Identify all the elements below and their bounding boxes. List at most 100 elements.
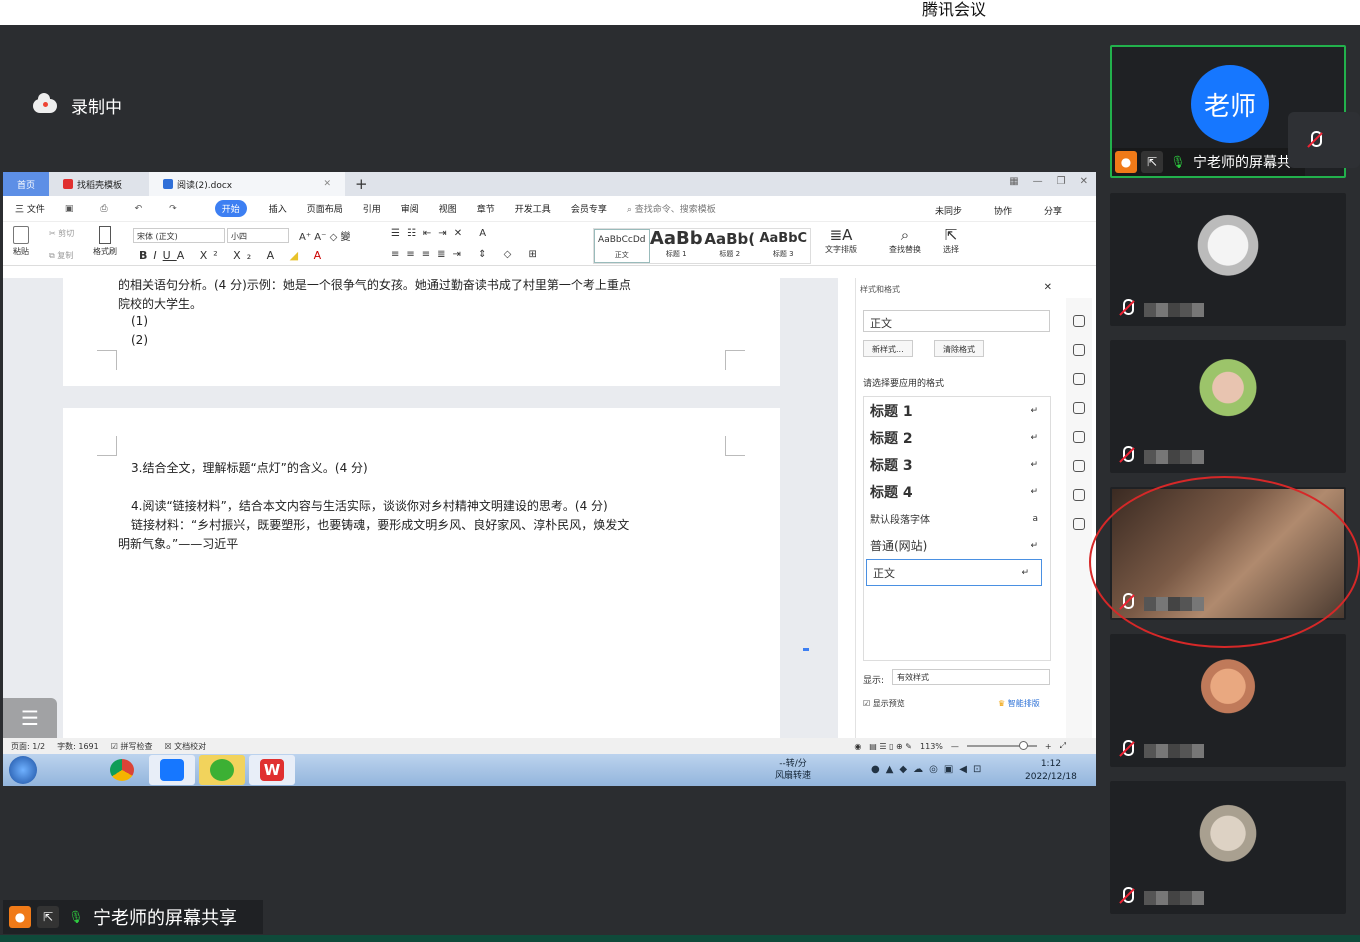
- close-window-icon[interactable]: ✕: [1080, 176, 1088, 187]
- wps-taskbar-icon[interactable]: W: [249, 755, 295, 785]
- image-icon[interactable]: [1073, 460, 1085, 472]
- text-format-tools[interactable]: BIUA X² X₂ A ◢ A: [139, 249, 327, 262]
- style-list-item[interactable]: 默认段落字体 a: [864, 505, 1050, 532]
- style-list-item[interactable]: 标题 3 ↵: [864, 451, 1050, 478]
- menu-member[interactable]: 会员专享: [571, 202, 607, 215]
- participant-tile[interactable]: [1110, 634, 1346, 767]
- menu-reference[interactable]: 引用: [363, 202, 381, 215]
- chrome-taskbar-icon[interactable]: [99, 755, 145, 785]
- close-panel-icon[interactable]: ✕: [1044, 282, 1052, 293]
- tray-icons[interactable]: ●▲◆☁◎▣◀⊡: [871, 764, 987, 775]
- list-tools[interactable]: ☰☷⇤⇥✕ A: [391, 228, 493, 239]
- ribbon: 粘贴 ✂ 剪切 ⧉ 复制 格式刷 宋体 (正文) 小四 A⁺ A⁻ ◇ 變 BI…: [3, 222, 1096, 266]
- menu-review[interactable]: 审阅: [401, 202, 419, 215]
- style-list-item[interactable]: 普通(网站) ↵: [864, 532, 1050, 559]
- menu-view[interactable]: 视图: [439, 202, 457, 215]
- show-filter-select[interactable]: 有效样式: [892, 669, 1050, 685]
- proofread[interactable]: ☒ 文档校对: [164, 741, 206, 752]
- document-page-1[interactable]: 的相关语句分析。(4 分)示例：她是一个很争气的女孩。她通过勤奋读书成了村里第一…: [63, 278, 780, 386]
- user-icon: ●: [1115, 151, 1137, 173]
- floating-mute-control[interactable]: [1288, 112, 1360, 168]
- style-heading-3[interactable]: AaBbC 标题 3: [757, 229, 811, 263]
- participant-tile[interactable]: [1110, 340, 1346, 473]
- menu-chapter[interactable]: 章节: [477, 202, 495, 215]
- font-size-tools[interactable]: A⁺ A⁻ ◇ 變: [299, 228, 350, 243]
- new-style-button[interactable]: 新样式...: [863, 340, 913, 357]
- print-icon[interactable]: ⎙: [100, 204, 107, 214]
- style-list-item[interactable]: 标题 4 ↵: [864, 478, 1050, 505]
- pen-icon[interactable]: [1073, 344, 1085, 356]
- compass-icon[interactable]: [1073, 489, 1085, 501]
- word-count[interactable]: 字数: 1691: [57, 741, 99, 752]
- close-tab-icon[interactable]: ✕: [323, 179, 331, 189]
- menu-insert[interactable]: 插入: [269, 202, 287, 215]
- font-size-select[interactable]: 小四: [227, 228, 289, 243]
- rocket-icon[interactable]: [1073, 315, 1085, 327]
- menu-developer[interactable]: 开发工具: [515, 202, 551, 215]
- style-heading-1[interactable]: AaBb 标题 1: [650, 229, 704, 263]
- clock[interactable]: 1:12 2022/12/18: [1025, 758, 1077, 784]
- style-list-item-selected[interactable]: 正文 ↵: [866, 559, 1042, 586]
- scroll-marker[interactable]: [803, 648, 809, 651]
- tab-document[interactable]: 阅读(2).docx ✕: [149, 172, 346, 196]
- recording-indicator[interactable]: 录制中: [33, 92, 122, 118]
- fullscreen-icon[interactable]: ⤢: [1060, 741, 1066, 751]
- current-style-select[interactable]: 正文: [863, 310, 1050, 332]
- sliders-icon[interactable]: [1073, 402, 1085, 414]
- wechat-taskbar-icon[interactable]: [199, 755, 245, 785]
- undo-icon[interactable]: ↶: [135, 204, 143, 214]
- align-tools[interactable]: ≡≡≡≣⇥ ⇕ ◇ ⊞: [391, 249, 544, 260]
- fan-speed-widget[interactable]: --转/分 风扇转速: [775, 758, 811, 782]
- book-icon[interactable]: [1073, 518, 1085, 530]
- style-heading-2[interactable]: AaBb( 标题 2: [703, 229, 757, 263]
- document-page-2[interactable]: 3.结合全文，理解标题“点灯”的含义。(4 分) 4.阅读“链接材料”，结合本文…: [63, 408, 780, 738]
- text-layout-button[interactable]: ≣A 文字排版: [825, 226, 857, 255]
- file-menu[interactable]: 三 文件: [15, 202, 45, 215]
- view-mode-icons[interactable]: ▤ ☰ ▯ ⊕ ✎: [869, 742, 912, 751]
- tab-document-label: 阅读(2).docx: [177, 180, 233, 191]
- zoom-out-icon[interactable]: —: [951, 742, 959, 751]
- zoom-slider[interactable]: [966, 741, 1037, 750]
- command-search[interactable]: ⌕ 查找命令、搜索模板: [627, 202, 736, 215]
- tab-home[interactable]: 首页: [3, 172, 50, 196]
- page-count[interactable]: 页面: 1/2: [11, 741, 45, 752]
- windows-start-icon[interactable]: [9, 756, 37, 784]
- restore-icon[interactable]: ❐: [1057, 176, 1066, 187]
- new-tab-button[interactable]: +: [355, 175, 368, 193]
- document-area[interactable]: 的相关语句分析。(4 分)示例：她是一个很争气的女孩。她通过勤奋读书成了村里第一…: [3, 278, 838, 738]
- participant-tile[interactable]: [1110, 781, 1346, 914]
- participant-tile[interactable]: [1110, 193, 1346, 326]
- paste-button[interactable]: 粘贴: [13, 226, 29, 257]
- menu-start[interactable]: 开始: [214, 200, 247, 217]
- zoom-value[interactable]: 113%: [920, 742, 943, 751]
- save-icon[interactable]: ▣: [65, 204, 74, 214]
- style-list-item[interactable]: 标题 2 ↵: [864, 424, 1050, 451]
- style-list-item[interactable]: 标题 1 ↵: [864, 397, 1050, 424]
- format-painter-button[interactable]: 格式刷: [93, 226, 117, 257]
- style-normal[interactable]: AaBbCcDd 正文: [594, 229, 650, 263]
- layout-icon[interactable]: ▦: [1009, 176, 1018, 187]
- spell-check[interactable]: ☑ 拼写检查: [111, 741, 153, 752]
- return-icon: ↵: [1030, 432, 1038, 443]
- minimize-icon[interactable]: —: [1033, 176, 1043, 187]
- zoom-in-icon[interactable]: +: [1045, 742, 1052, 751]
- sync-status[interactable]: 未同步: [935, 204, 962, 217]
- menu-page-layout[interactable]: 页面布局: [307, 202, 343, 215]
- cut-button[interactable]: ✂ 剪切: [49, 228, 74, 239]
- eye-icon[interactable]: ◉: [854, 742, 861, 751]
- redo-icon[interactable]: ↷: [169, 204, 177, 214]
- outline-toggle-icon[interactable]: ☰: [3, 698, 57, 738]
- collab-button[interactable]: 协作: [994, 204, 1012, 217]
- clear-format-button[interactable]: 清除格式: [934, 340, 984, 357]
- tab-template[interactable]: 找稻壳模板: [49, 172, 149, 196]
- font-family-select[interactable]: 宋体 (正文): [133, 228, 225, 243]
- copy-button[interactable]: ⧉ 复制: [49, 250, 73, 261]
- pointer-icon[interactable]: [1073, 373, 1085, 385]
- share-button[interactable]: 分享: [1044, 204, 1062, 217]
- help-icon[interactable]: [1073, 431, 1085, 443]
- find-replace-button[interactable]: ⌕ 查找替换: [889, 226, 921, 255]
- smart-layout-button[interactable]: ♛ 智能排版: [998, 698, 1040, 709]
- select-button[interactable]: ⇱ 选择: [943, 226, 959, 255]
- show-preview-checkbox[interactable]: ☑ 显示预览: [863, 698, 905, 709]
- meeting-taskbar-icon[interactable]: [149, 755, 195, 785]
